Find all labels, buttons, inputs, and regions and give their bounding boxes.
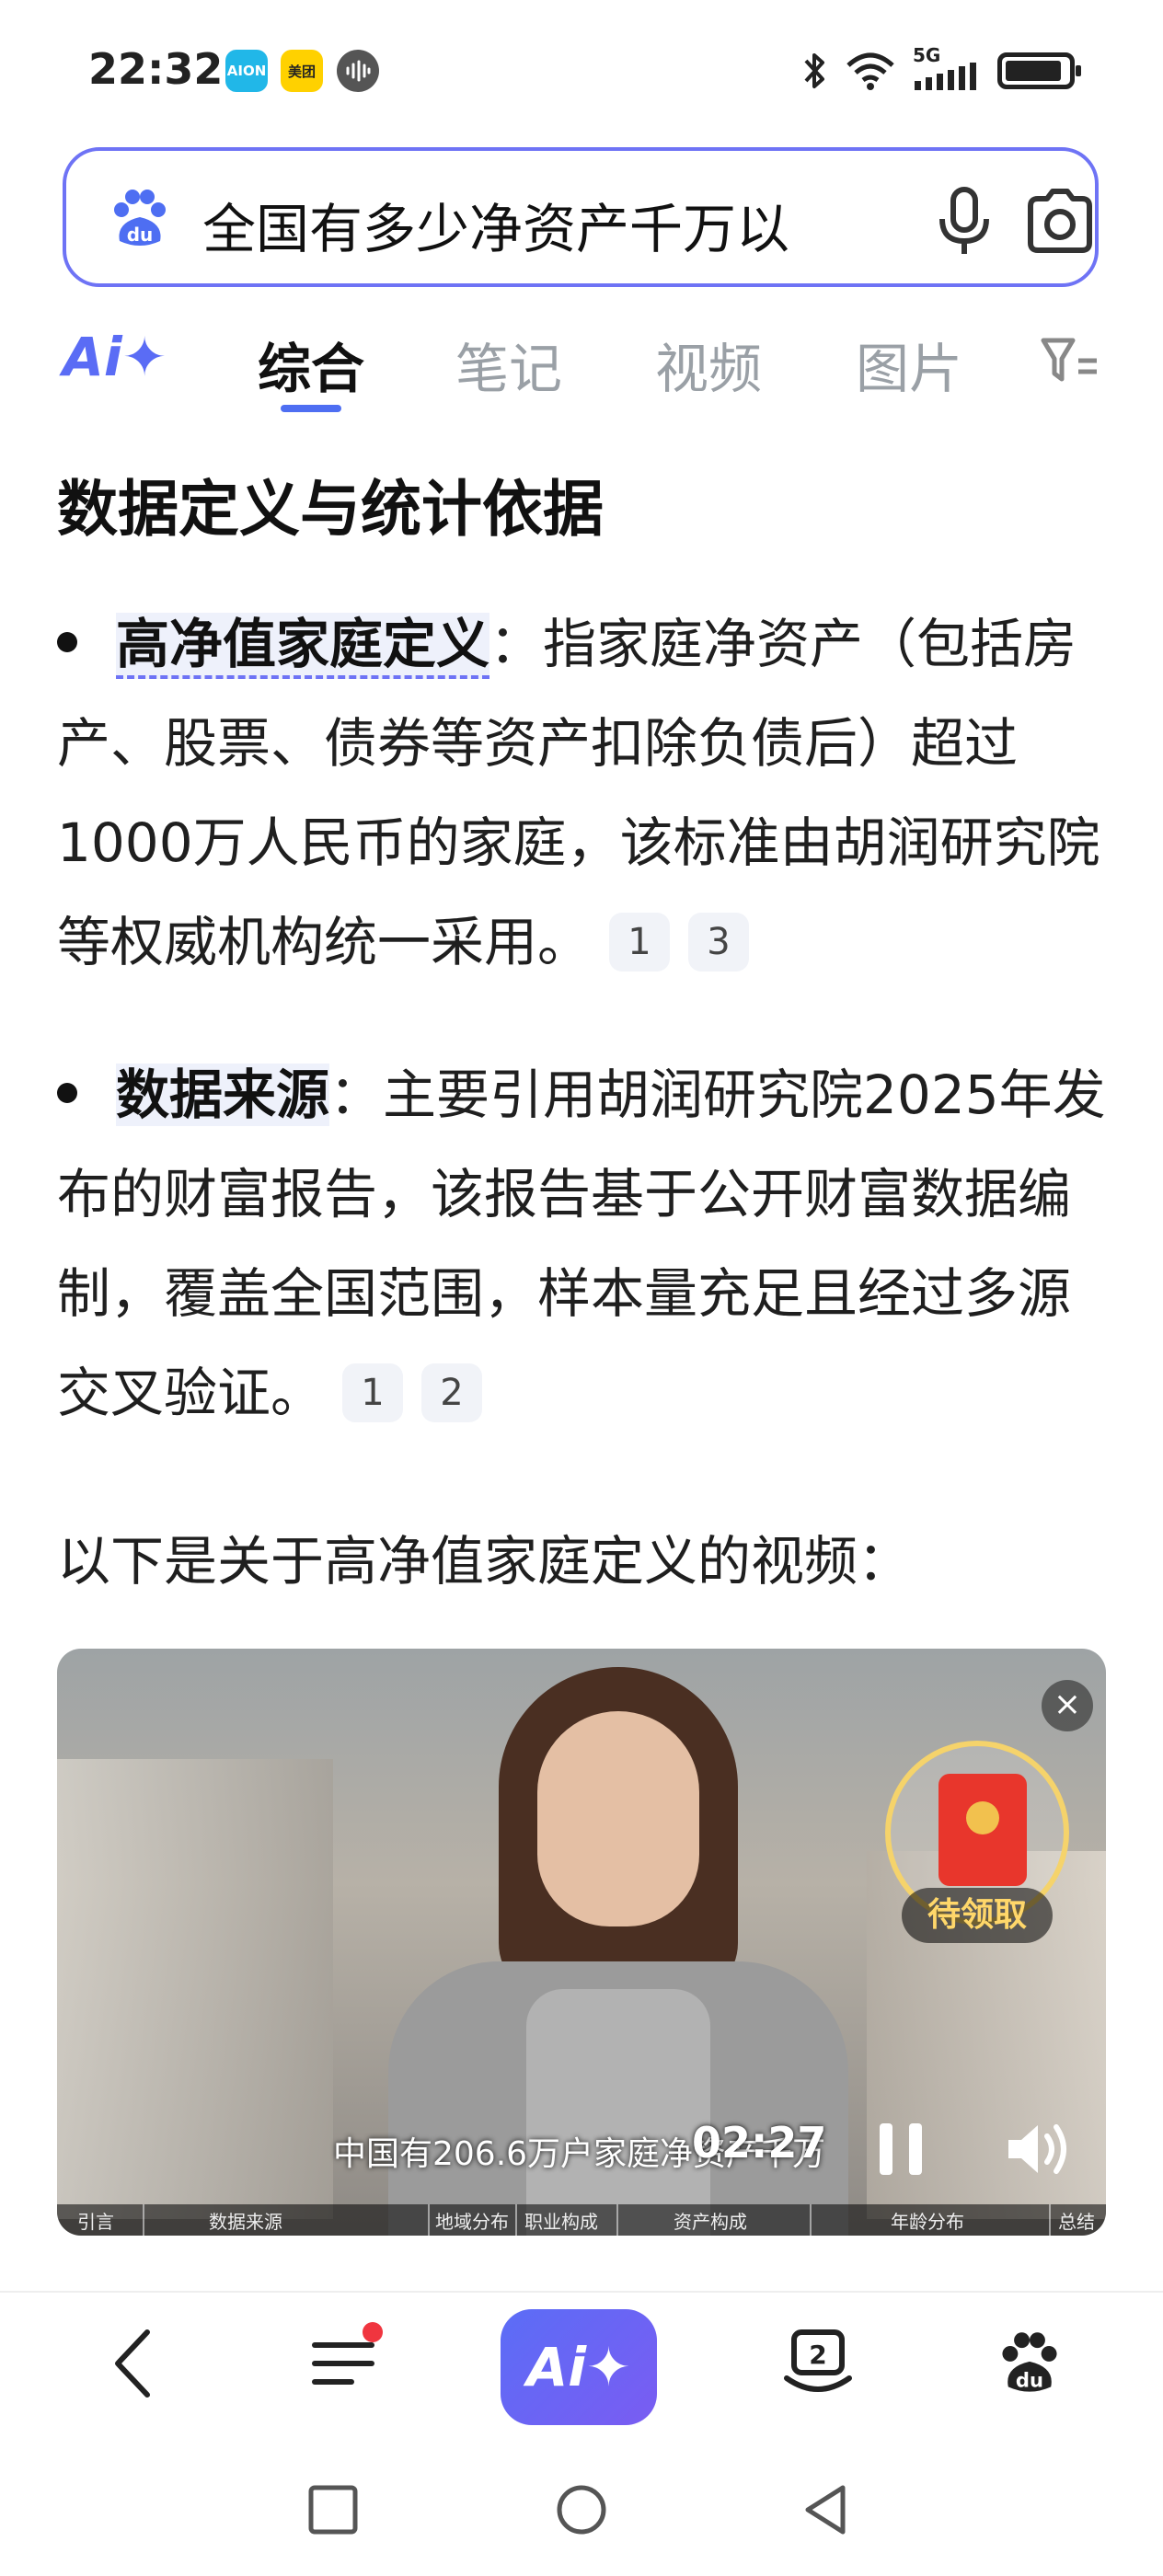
citation-badge[interactable]: 3 [688, 912, 750, 972]
red-envelope-icon [938, 1774, 1027, 1886]
red-packet-label[interactable]: 待领取 [902, 1888, 1053, 1943]
search-tabs: Ai✦ 综合 笔记 视频 图片 [0, 304, 1163, 414]
wifi-icon [846, 52, 894, 90]
svg-text:du: du [1016, 2368, 1043, 2391]
status-bar: 22:32 AION 美团 5G [0, 0, 1163, 138]
tab-switcher-icon: 2 [784, 2329, 852, 2392]
video-player[interactable]: × 待领取 中国有206.6万户家庭净资产千万 02:27 引言 数据来源 地域… [57, 1649, 1106, 2236]
close-icon[interactable]: × [1042, 1680, 1093, 1731]
bullet-item: 高净值家庭定义：指家庭净资产（包括房产、股票、债券等资产扣除负债后）超过1000… [57, 594, 1106, 992]
bullet-dot [57, 1082, 77, 1103]
term-link[interactable]: 高净值家庭定义 [116, 613, 490, 679]
bluetooth-icon [804, 53, 824, 88]
section-title: 数据定义与统计依据 [57, 474, 604, 545]
bullet-item: 数据来源：主要引用胡润研究院2025年发布的财富报告，该报告基于公开财富数据编制… [57, 1045, 1106, 1443]
search-input[interactable]: 全国有多少净资产千万以 [202, 186, 902, 263]
video-chapter-bar[interactable]: 引言 数据来源 地域分布 职业构成 资产构成 年龄分布 总结 [57, 2204, 1106, 2236]
citation-badge[interactable]: 1 [609, 912, 671, 972]
video-intro-text: 以下是关于高净值家庭定义的视频： [57, 1530, 912, 1593]
home-icon[interactable] [554, 2482, 609, 2537]
recent-apps-icon[interactable] [305, 2482, 361, 2537]
baidu-paw-icon: du [1002, 2332, 1057, 2392]
term-highlight: 数据来源 [116, 1064, 330, 1126]
filter-icon[interactable] [1040, 335, 1099, 386]
chapter-item[interactable]: 资产构成 [618, 2204, 812, 2236]
chapter-item[interactable]: 地域分布 [430, 2204, 517, 2236]
tab-notes[interactable]: 笔记 [455, 326, 562, 403]
baidu-home-button[interactable]: du [979, 2313, 1080, 2414]
svg-text:du: du [127, 224, 154, 246]
audio-app-icon [337, 50, 379, 92]
baidu-paw-icon[interactable]: du [107, 186, 173, 252]
menu-icon [312, 2342, 374, 2385]
back-button[interactable] [83, 2313, 184, 2414]
signal-5g-icon: 5G [913, 44, 981, 92]
menu-button[interactable] [293, 2313, 394, 2414]
tab-videos[interactable]: 视频 [655, 326, 762, 403]
ai-assistant-button[interactable]: Ai✦ [501, 2309, 657, 2425]
battery-icon [997, 52, 1081, 89]
tab-count: 2 [809, 2340, 826, 2370]
chapter-item[interactable]: 年龄分布 [812, 2204, 1051, 2236]
citation-badge[interactable]: 2 [421, 1363, 483, 1422]
notification-dot [363, 2322, 383, 2342]
tabs-button[interactable]: 2 [767, 2313, 869, 2414]
active-tab-indicator [281, 405, 341, 412]
back-triangle-icon[interactable] [799, 2482, 854, 2537]
clock: 22:32 [88, 44, 224, 94]
bullet-dot [57, 631, 77, 652]
system-navigation [0, 2447, 1163, 2576]
tab-comprehensive[interactable]: 综合 [258, 326, 364, 403]
video-background-shelf [57, 1759, 333, 2219]
video-timecode: 02:27 [692, 2118, 827, 2168]
volume-icon[interactable] [1005, 2118, 1075, 2180]
aion-app-icon: AION [225, 50, 268, 92]
search-bar[interactable]: du 全国有多少净资产千万以 [63, 147, 1099, 287]
pause-icon[interactable] [876, 2122, 926, 2177]
chapter-item[interactable]: 职业构成 [517, 2204, 618, 2236]
camera-icon[interactable] [1023, 184, 1097, 258]
microphone-icon[interactable] [931, 184, 997, 258]
chapter-item[interactable]: 数据来源 [144, 2204, 430, 2236]
chapter-item[interactable]: 引言 [57, 2204, 144, 2236]
bottom-nav: Ai✦ 2 du [0, 2291, 1163, 2447]
ai-tab[interactable]: Ai✦ [63, 326, 167, 388]
video-presenter-face [537, 1711, 699, 1926]
tab-images[interactable]: 图片 [856, 326, 962, 403]
system-icons: 5G [800, 44, 1081, 92]
chapter-item[interactable]: 总结 [1051, 2204, 1106, 2236]
chevron-left-icon [115, 2329, 150, 2398]
citation-badge[interactable]: 1 [342, 1363, 404, 1422]
meituan-app-icon: 美团 [281, 50, 323, 92]
video-presenter-sweater [526, 1989, 710, 2236]
